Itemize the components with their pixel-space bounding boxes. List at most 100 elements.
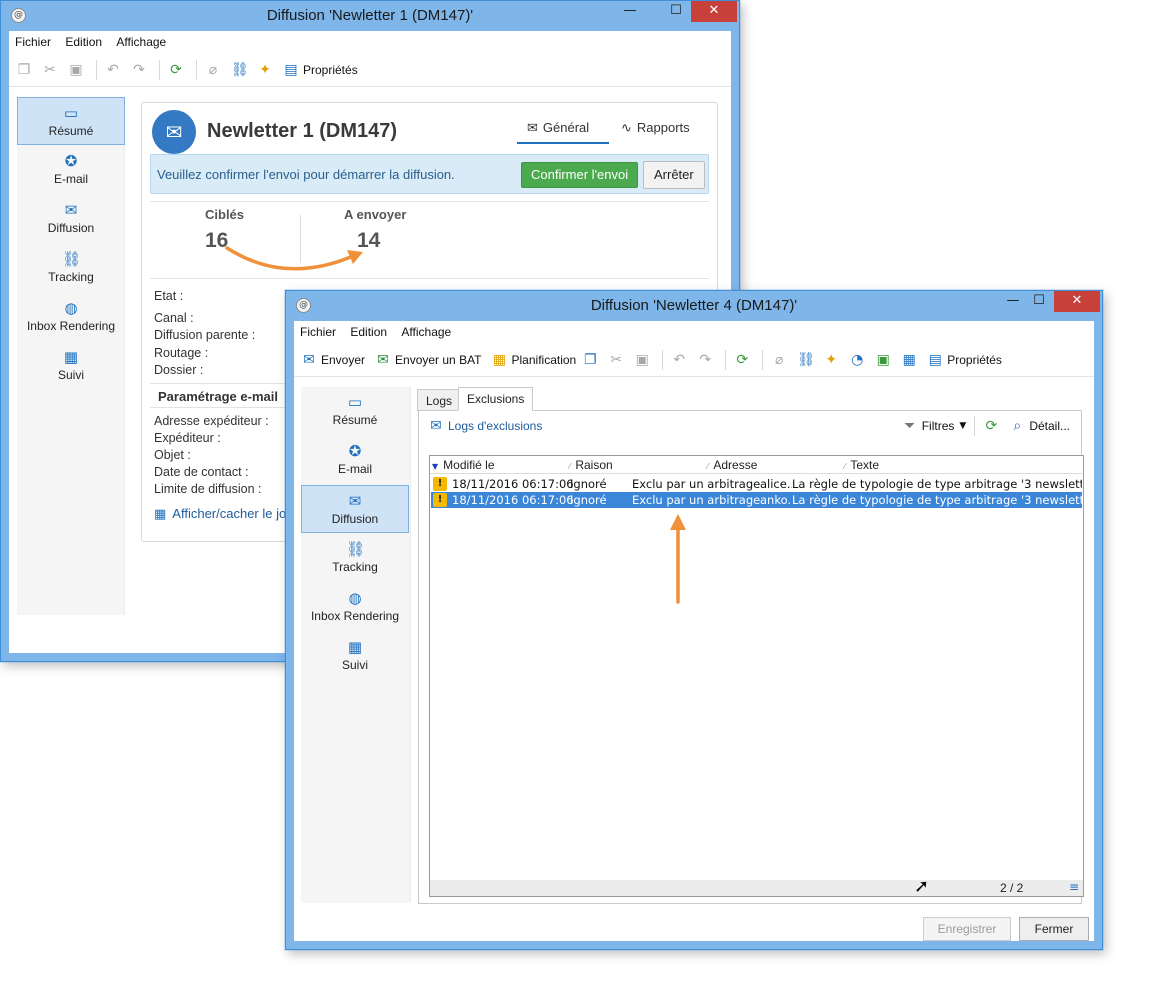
table-row-selected[interactable]: ! 18/11/2016 06:17:06 Ignoré Exclu par u… <box>431 492 1082 508</box>
annotation-arrow-curved <box>225 246 363 271</box>
minimize-button[interactable]: — <box>1000 291 1026 312</box>
refresh-button[interactable]: ⟳ <box>731 348 757 372</box>
properties-button[interactable]: ▤ Propriétés <box>924 348 1005 372</box>
paste-button[interactable]: ▣ <box>631 348 657 372</box>
nav-audit[interactable]: ▦ Suivi <box>17 342 125 390</box>
undo-button[interactable]: ↶ <box>668 348 694 372</box>
confirmation-banner: Veuillez confirmer l'envoi pour démarrer… <box>150 154 709 194</box>
refresh-list-button[interactable]: ⟳ <box>980 414 1006 438</box>
cell-address: anko... <box>760 493 792 507</box>
exclusion-logs-label: Logs d'exclusions <box>448 419 543 433</box>
column-address[interactable]: ⁄ Adresse <box>707 458 757 472</box>
nav-email[interactable]: ✪ E-mail <box>301 436 409 484</box>
menu-file[interactable]: Fichier <box>294 321 341 339</box>
nav-inbox-rendering[interactable]: ◍ Inbox Rendering <box>301 583 409 631</box>
send-label: Envoyer <box>321 352 366 367</box>
filters-button[interactable]: ⏷ Filtres ▼ <box>899 414 970 438</box>
attachment-button[interactable]: ⌀ <box>202 58 228 82</box>
nav-label: Diffusion <box>331 512 379 526</box>
send-button[interactable]: ✉ Envoyer <box>298 348 368 372</box>
nav-label: Suivi <box>341 658 368 672</box>
menu-view[interactable]: Affichage <box>110 31 171 49</box>
nav-inbox-rendering[interactable]: ◍ Inbox Rendering <box>17 293 125 341</box>
tab-reports[interactable]: ∿ Rapports <box>621 120 711 144</box>
redo-button[interactable]: ↷ <box>128 58 154 82</box>
nav-delivery[interactable]: ✉ Diffusion <box>17 195 125 243</box>
table-row[interactable]: ! 18/11/2016 06:17:06 Ignoré Exclu par u… <box>431 476 1082 492</box>
copy-button[interactable]: ❐ <box>13 58 39 82</box>
nav-label: Suivi <box>57 368 84 382</box>
maximize-button[interactable]: ☐ <box>663 1 689 22</box>
delivery-icon: ✉ <box>348 492 362 510</box>
offers-button[interactable]: ✦ <box>254 58 280 82</box>
cell-text: La règle de typologie de type arbitrage … <box>792 493 1082 507</box>
cut-button[interactable]: ✂ <box>39 58 65 82</box>
menu-edit[interactable]: Edition <box>344 321 392 339</box>
audit-button[interactable]: ▦ <box>898 348 924 372</box>
title-bar[interactable]: @ Diffusion 'Newletter 1 (DM147)' — ☐ ✕ <box>1 1 739 31</box>
field-subject: Objet : <box>154 448 191 462</box>
sort-icon: ⁄ <box>844 462 846 471</box>
field-sender: Expéditeur : <box>154 431 221 445</box>
menu-view[interactable]: Affichage <box>395 321 456 339</box>
tab-logs[interactable]: Logs <box>417 389 462 411</box>
toolbar-separator <box>974 416 976 436</box>
nav-label: Tracking <box>48 270 94 284</box>
chevron-down-icon: ▼ <box>959 421 967 431</box>
inbox-rendering-button[interactable]: ◔ <box>846 348 872 372</box>
envelope-warning-icon: ✉ <box>430 418 442 434</box>
column-text[interactable]: ⁄ Texte <box>844 458 879 472</box>
cell-date: 18/11/2016 06:17:06 <box>452 493 574 507</box>
close-window-button[interactable]: ✕ <box>1054 291 1100 312</box>
magnifier-icon: ⌕ <box>1013 418 1022 434</box>
redo-button[interactable]: ↷ <box>694 348 720 372</box>
column-reason[interactable]: ⁄ Raison <box>569 458 613 472</box>
column-modified[interactable]: ▼ Modifié le <box>432 458 495 472</box>
save-button[interactable]: Enregistrer <box>923 917 1011 941</box>
detail-button[interactable]: ⌕ Détail... <box>1006 414 1073 438</box>
filters-label: Filtres <box>921 419 955 433</box>
chart-icon: ∿ <box>621 121 632 136</box>
tab-exclusions[interactable]: Exclusions <box>458 387 534 411</box>
close-button[interactable]: Fermer <box>1019 917 1089 941</box>
tab-general[interactable]: ✉ Général <box>517 120 609 144</box>
cut-button[interactable]: ✂ <box>605 348 631 372</box>
toolbar-separator <box>159 59 160 80</box>
links-button[interactable]: ⛓ <box>228 58 254 82</box>
title-bar[interactable]: @ Diffusion 'Newletter 4 (DM147)' — ☐ ✕ <box>286 291 1102 321</box>
attachment-button[interactable]: ⌀ <box>768 348 794 372</box>
nav-tracking[interactable]: ⛓ Tracking <box>301 534 409 582</box>
refresh-icon: ⟳ <box>985 418 998 434</box>
schedule-button[interactable]: ▦ Planification <box>489 348 580 372</box>
paste-button[interactable]: ▣ <box>65 58 91 82</box>
menu-file[interactable]: Fichier <box>9 31 56 49</box>
undo-button[interactable]: ↶ <box>102 58 128 82</box>
close-window-button[interactable]: ✕ <box>691 1 737 22</box>
toggle-link[interactable]: ▦ Afficher/cacher le jo <box>154 506 286 522</box>
tracking-icon: ⛓ <box>346 540 366 558</box>
copy-button[interactable]: ❐ <box>579 348 605 372</box>
nav-summary[interactable]: ▭ Résumé <box>17 97 125 145</box>
nav-email[interactable]: ✪ E-mail <box>17 146 125 194</box>
links-button[interactable]: ⛓ <box>794 348 820 372</box>
nav-audit[interactable]: ▦ Suivi <box>301 632 409 680</box>
confirm-send-button[interactable]: Confirmer l'envoi <box>521 162 639 188</box>
cell-status: Ignoré <box>570 477 607 491</box>
analyze-button[interactable]: ▣ <box>872 348 898 372</box>
menu-edit[interactable]: Edition <box>59 31 107 49</box>
nav-tracking[interactable]: ⛓ Tracking <box>17 244 125 292</box>
send-proof-button[interactable]: ✉ Envoyer un BAT <box>372 348 484 372</box>
stop-button[interactable]: Arrêter <box>643 161 705 189</box>
link-icon: ⛓ <box>231 61 249 78</box>
nav-delivery[interactable]: ✉ Diffusion <box>301 485 409 533</box>
offers-button[interactable]: ✦ <box>820 348 846 372</box>
nav-summary[interactable]: ▭ Résumé <box>301 387 409 435</box>
field-contact-date: Date de contact : <box>154 465 249 479</box>
refresh-button[interactable]: ⟳ <box>165 58 191 82</box>
menu-bar: Fichier Edition Affichage <box>9 31 731 53</box>
minimize-button[interactable]: — <box>617 1 643 22</box>
maximize-button[interactable]: ☐ <box>1026 291 1052 312</box>
properties-button[interactable]: ▤ Propriétés <box>280 58 361 82</box>
list-menu-icon[interactable]: ≡ <box>1069 880 1079 894</box>
email-settings-title: Paramétrage e-mail <box>158 389 278 404</box>
